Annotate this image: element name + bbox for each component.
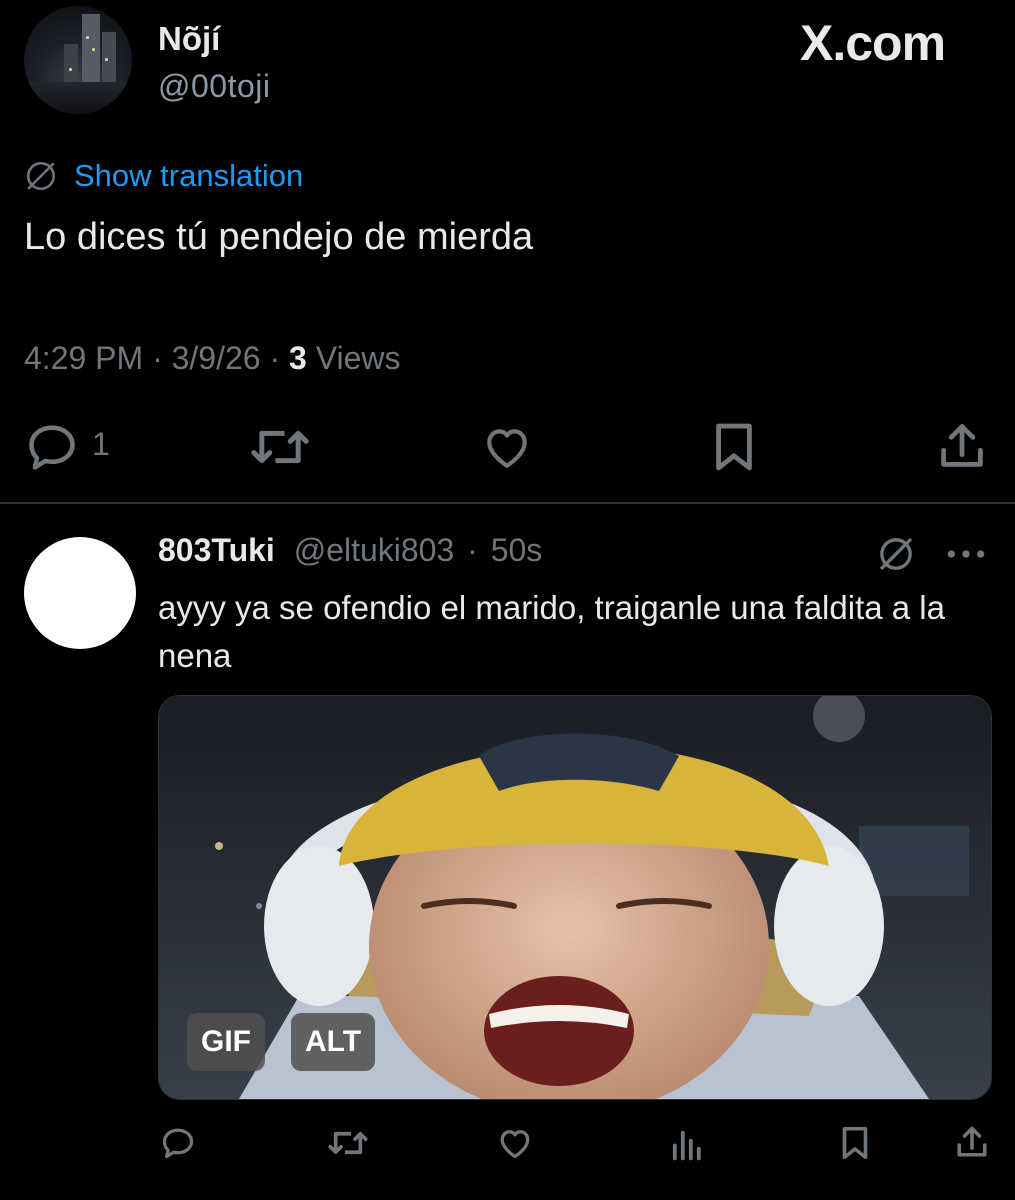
reply-time[interactable]: 50s: [491, 532, 543, 568]
reply-author-handle[interactable]: @eltuki803: [294, 532, 455, 568]
gif-preview-image: [215, 696, 969, 1099]
share-icon[interactable]: [954, 1124, 990, 1160]
meta-separator: ·: [269, 340, 281, 376]
repost-icon[interactable]: [328, 1126, 368, 1160]
reply-author-name[interactable]: 803Tuki: [158, 532, 275, 568]
repost-icon[interactable]: [250, 422, 310, 472]
reply-icon[interactable]: [160, 1126, 196, 1160]
reply-author-avatar[interactable]: [24, 537, 136, 649]
meta-separator: ·: [467, 532, 478, 568]
more-icon[interactable]: [944, 540, 988, 568]
reply-text: ayyy ya se ofendio el marido, traiganle …: [158, 589, 945, 674]
translation-row[interactable]: Show translation: [24, 156, 303, 196]
reply-count: 1: [92, 426, 110, 462]
tweet-text: Lo dices tú pendejo de mierda: [24, 216, 534, 258]
tweet-meta: 4:29 PM · 3/9/26 · 3 Views: [24, 340, 400, 377]
divider: [0, 502, 1015, 504]
bookmark-icon[interactable]: [840, 1124, 870, 1162]
like-icon[interactable]: [497, 1126, 533, 1160]
tweet-time[interactable]: 4:29 PM: [24, 340, 143, 376]
translate-icon[interactable]: [876, 534, 916, 574]
site-logo: X.com: [800, 15, 946, 71]
reply-gif-media[interactable]: GIF ALT: [158, 695, 992, 1100]
views-label: Views: [315, 340, 401, 376]
reply-header: 803Tuki @eltuki803 · 50s: [158, 532, 542, 569]
like-icon[interactable]: [482, 424, 532, 470]
translate-icon: [26, 161, 56, 191]
gif-badge: GIF: [187, 1013, 265, 1071]
alt-badge[interactable]: ALT: [291, 1013, 376, 1071]
views-icon[interactable]: [670, 1126, 702, 1162]
tweet-date[interactable]: 3/9/26: [172, 340, 261, 376]
views-count: 3: [289, 340, 307, 376]
author-handle[interactable]: @00toji: [158, 68, 270, 105]
author-avatar[interactable]: [24, 6, 132, 114]
bookmark-icon[interactable]: [712, 420, 756, 474]
show-translation-link[interactable]: Show translation: [74, 158, 303, 194]
author-name[interactable]: Nõjí: [158, 20, 220, 58]
share-icon[interactable]: [936, 420, 988, 472]
reply-icon[interactable]: [24, 422, 80, 472]
meta-separator: ·: [152, 340, 163, 376]
